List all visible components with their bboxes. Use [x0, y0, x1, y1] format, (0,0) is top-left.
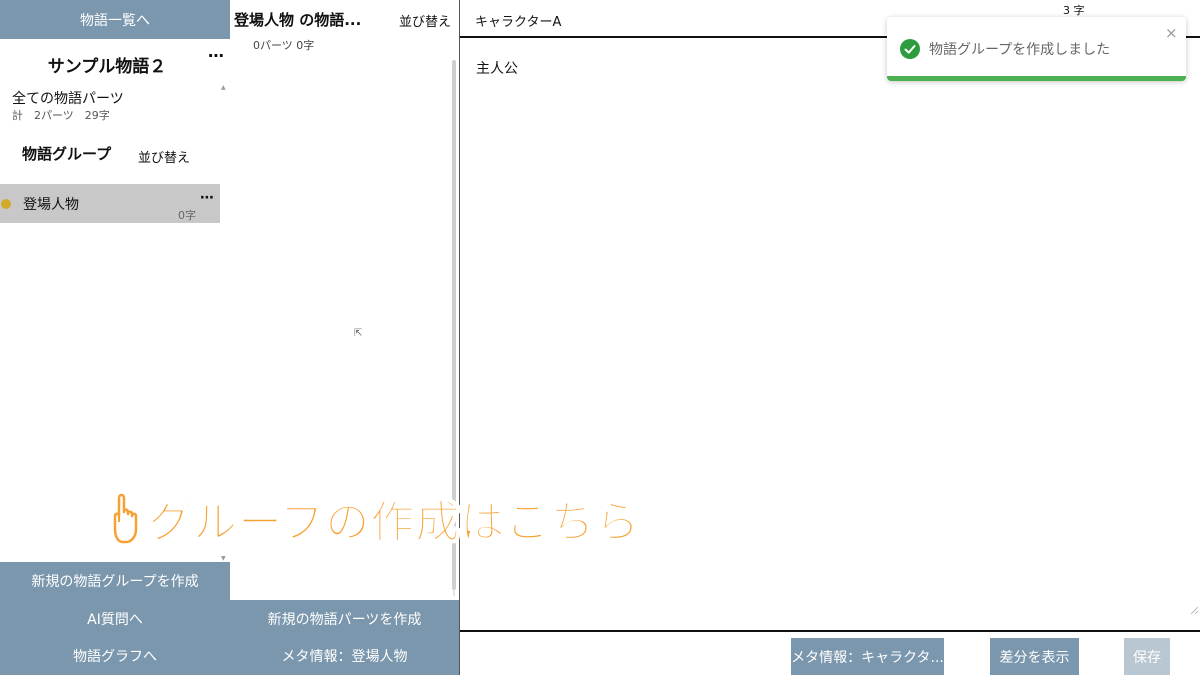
- tutorial-caption: グループの作成はこちら: [110, 488, 641, 549]
- story-list-button[interactable]: 物語一覧へ: [0, 0, 230, 39]
- group-meta-button[interactable]: メタ情報：登場人物: [230, 637, 459, 675]
- resize-grip-icon[interactable]: [1188, 604, 1198, 614]
- char-count: 3 字: [1063, 4, 1085, 17]
- create-group-button[interactable]: 新規の物語グループを作成: [0, 562, 230, 600]
- groups-sort-button[interactable]: 並び替え: [138, 147, 190, 166]
- scroll-down-arrow-icon[interactable]: ▼: [221, 555, 226, 562]
- editor-textarea[interactable]: 主人公: [476, 58, 518, 78]
- caption-text: グループの作成はこちら: [147, 497, 641, 549]
- group-name: 登場人物: [23, 197, 79, 213]
- app-window: 物語一覧へ サンプル物語２ ⋯ 全ての物語パーツ 計 2パーツ 29字 物語グル…: [0, 0, 1200, 675]
- close-icon[interactable]: ×: [1165, 24, 1178, 42]
- parts-column: 登場人物 の物語... 並び替え 0パーツ 0字 ⇱ 新規の物語パーツを作成 メ…: [230, 0, 460, 675]
- mouse-cursor-icon: ⇱: [354, 328, 363, 339]
- create-part-button[interactable]: 新規の物語パーツを作成: [230, 600, 459, 638]
- story-graph-button[interactable]: 物語グラフへ: [0, 637, 230, 675]
- group-item[interactable]: 登場人物 ⋯ 0字: [0, 184, 220, 223]
- ai-question-button[interactable]: AI質問へ: [0, 600, 230, 638]
- success-toast: 物語グループを作成しました ×: [887, 17, 1186, 81]
- parts-sort-button[interactable]: 並び替え: [399, 11, 451, 30]
- group-char-count: 0字: [178, 209, 196, 222]
- all-story-parts-item[interactable]: 全ての物語パーツ 計 2パーツ 29字: [12, 88, 212, 123]
- scroll-up-arrow-icon[interactable]: ▲: [221, 84, 226, 91]
- toast-progress-bar: [887, 76, 1186, 81]
- parts-summary: 0パーツ 0字: [253, 39, 315, 52]
- part-name-field[interactable]: キャラクターA: [475, 11, 561, 30]
- story-menu-button[interactable]: ⋯: [208, 46, 224, 65]
- pointing-hand-icon: [113, 493, 138, 544]
- save-button[interactable]: 保存: [1124, 638, 1170, 675]
- groups-heading: 物語グループ: [22, 145, 112, 163]
- editor-footer: メタ情報：キャラクタ... 差分を表示 保存: [460, 630, 1200, 675]
- all-parts-summary: 計 2パーツ 29字: [12, 109, 110, 122]
- toast-message: 物語グループを作成しました: [929, 42, 1111, 58]
- sidebar: 物語一覧へ サンプル物語２ ⋯ 全ての物語パーツ 計 2パーツ 29字 物語グル…: [0, 0, 230, 675]
- story-title: サンプル物語２: [47, 57, 167, 77]
- check-circle-icon: [900, 39, 920, 59]
- editor-pane: キャラクターA 3 字 主人公 メタ情報：キャラクタ... 差分を表示 保存: [460, 0, 1200, 675]
- group-title: 登場人物 の物語...: [234, 11, 362, 29]
- group-more-button[interactable]: ⋯: [200, 190, 214, 206]
- group-color-dot: [1, 199, 11, 209]
- part-meta-button[interactable]: メタ情報：キャラクタ...: [791, 638, 944, 675]
- all-parts-label: 全ての物語パーツ: [12, 91, 124, 107]
- show-diff-button[interactable]: 差分を表示: [990, 638, 1079, 675]
